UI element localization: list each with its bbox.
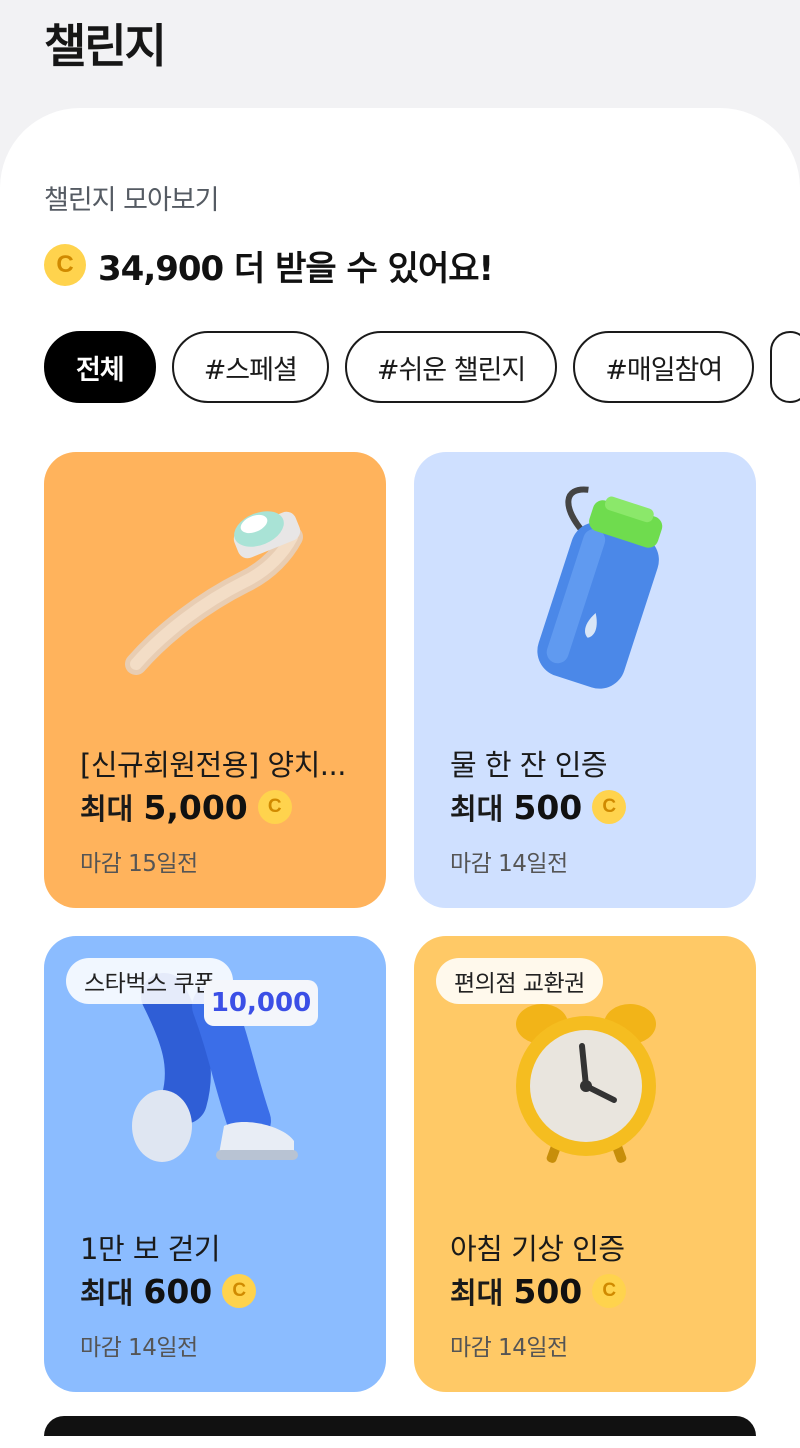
next-card-edge <box>44 1416 756 1436</box>
coin-icon: C <box>257 790 292 824</box>
card-title: [신규회원전용] 양치... <box>80 748 346 782</box>
card-title: 물 한 잔 인증 <box>450 748 608 782</box>
chip-all[interactable]: 전체 <box>44 331 156 403</box>
chip-easy[interactable]: #쉬운 챌린지 <box>344 331 558 403</box>
chip-daily[interactable]: #매일참여 <box>573 331 755 403</box>
card-deadline: 마감 14일전 <box>450 851 568 877</box>
reward-badge: 편의점 교환권 <box>436 958 603 1004</box>
card-title: 1만 보 걷기 <box>80 1232 221 1266</box>
step-count-bubble: 10,000 <box>204 980 318 1026</box>
reward-prefix: 최대 <box>80 792 134 826</box>
coin-icon: C <box>222 1274 257 1308</box>
reward-prefix: 최대 <box>80 1276 134 1310</box>
reward-prefix: 최대 <box>450 792 504 826</box>
card-reward: 최대 500 C <box>450 786 627 828</box>
water-bottle-icon <box>537 486 663 689</box>
card-reward: 최대 5,000 C <box>80 786 292 828</box>
reward-amount: 600 <box>143 1271 213 1311</box>
headline-text: 34,900 더 받을 수 있어요! <box>98 248 494 289</box>
reward-prefix: 최대 <box>450 1276 504 1310</box>
challenge-card-water[interactable]: 물 한 잔 인증 최대 500 C 마감 14일전 <box>414 452 756 908</box>
challenge-card-wakeup[interactable]: 편의점 교환권 아침 기상 인증 최대 500 C 마감 14일전 <box>414 936 756 1392</box>
card-deadline: 마감 15일전 <box>80 851 198 877</box>
reward-headline: C 34,900 더 받을 수 있어요! <box>44 240 494 290</box>
reward-amount: 5,000 <box>143 787 248 827</box>
chip-special[interactable]: #스페셜 <box>171 331 329 403</box>
coin-icon: C <box>592 790 627 824</box>
section-subtitle: 챌린지 모아보기 <box>44 185 219 216</box>
card-reward: 최대 600 C <box>80 1270 257 1312</box>
card-deadline: 마감 14일전 <box>450 1335 568 1361</box>
filter-chips: 전체 #스페셜 #쉬운 챌린지 #매일참여 <box>44 331 800 409</box>
reward-amount: 500 <box>513 1271 583 1311</box>
card-deadline: 마감 14일전 <box>80 1335 198 1361</box>
coin-icon: C <box>592 1274 627 1308</box>
coin-icon: C <box>44 244 86 286</box>
challenge-card-toothbrush[interactable]: [신규회원전용] 양치... 최대 5,000 C 마감 15일전 <box>44 452 386 908</box>
toothbrush-icon <box>125 511 303 675</box>
reward-amount: 500 <box>513 787 583 827</box>
challenge-card-walking[interactable]: 스타벅스 쿠폰 10,000 1만 보 걷기 최대 600 C 마감 14일전 <box>44 936 386 1392</box>
card-title: 아침 기상 인증 <box>450 1232 625 1266</box>
page-title: 챌린지 <box>44 19 167 73</box>
card-reward: 최대 500 C <box>450 1270 627 1312</box>
chip-more[interactable] <box>770 331 800 403</box>
